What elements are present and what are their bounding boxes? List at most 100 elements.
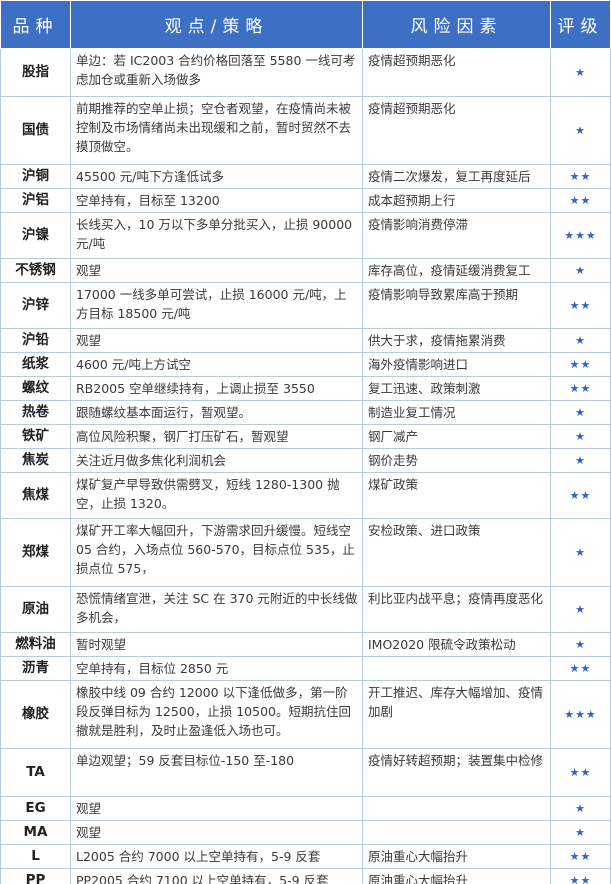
risk-cell: 疫情二次爆发，复工再度延后 bbox=[362, 164, 551, 189]
risk-cell: 疫情超预期恶化 bbox=[362, 48, 551, 97]
view-cell: 跟随螺纹基本面运行，暂观望。 bbox=[70, 400, 363, 425]
table-row: 铁矿 高位风险积聚，钢厂打压矿石，暂观望 钢厂减产 ★ bbox=[0, 424, 611, 449]
rating-cell: ★ bbox=[550, 328, 611, 353]
rating-cell: ★★ bbox=[550, 656, 611, 681]
rating-cell: ★ bbox=[550, 586, 611, 633]
view-cell: 前期推荐的空单止损；空仓者观望，在疫情尚未被控制及市场情绪尚未出现缓和之前，暂时… bbox=[70, 96, 363, 165]
table-header-row: 品种 观点/策略 风险因素 评级 bbox=[0, 0, 611, 49]
variety-cell: 焦炭 bbox=[0, 448, 71, 473]
rating-cell: ★★ bbox=[550, 164, 611, 189]
risk-cell: 利比亚内战平息；疫情再度恶化 bbox=[362, 586, 551, 633]
variety-cell: 铁矿 bbox=[0, 424, 71, 449]
table-row: 不锈钢 观望 库存高位，疫情延缓消费复工 ★ bbox=[0, 258, 611, 283]
variety-cell: 国债 bbox=[0, 96, 71, 165]
variety-cell: 沪铜 bbox=[0, 164, 71, 189]
rating-cell: ★ bbox=[550, 448, 611, 473]
variety-cell: 沪镍 bbox=[0, 212, 71, 259]
variety-cell: 燃料油 bbox=[0, 632, 71, 657]
risk-cell: 钢厂减产 bbox=[362, 424, 551, 449]
rating-cell: ★★ bbox=[550, 282, 611, 329]
variety-cell: TA bbox=[0, 748, 71, 797]
variety-cell: 焦煤 bbox=[0, 472, 71, 519]
view-cell: 煤矿复产早导致供需劈叉，短线 1280-1300 抛空，止损 1320。 bbox=[70, 472, 363, 519]
variety-cell: 郑煤 bbox=[0, 518, 71, 587]
rating-cell: ★ bbox=[550, 424, 611, 449]
view-cell: 关注近月做多焦化利润机会 bbox=[70, 448, 363, 473]
risk-cell: 原油重心大幅抬升 bbox=[362, 844, 551, 869]
risk-cell: 复工迅速、政策刺激 bbox=[362, 376, 551, 401]
risk-cell: 钢价走势 bbox=[362, 448, 551, 473]
view-cell: 高位风险积聚，钢厂打压矿石，暂观望 bbox=[70, 424, 363, 449]
variety-cell: 沥青 bbox=[0, 656, 71, 681]
view-cell: 恐慌情绪宣泄，关注 SC 在 370 元附近的中长线做多机会， bbox=[70, 586, 363, 633]
risk-cell bbox=[362, 820, 551, 845]
variety-cell: 股指 bbox=[0, 48, 71, 97]
table-row: 沪锌 17000 一线多单可尝试，止损 16000 元/吨，上方目标 18500 … bbox=[0, 282, 611, 329]
header-risk-factors: 风险因素 bbox=[362, 0, 551, 49]
rating-cell: ★ bbox=[550, 632, 611, 657]
table-row: 股指 单边：若 IC2003 合约价格回落至 5580 一线可考虑加仓或重新入场做… bbox=[0, 48, 611, 97]
table-row: 沪铅 观望 供大于求，疫情拖累消费 ★ bbox=[0, 328, 611, 353]
view-cell: 17000 一线多单可尝试，止损 16000 元/吨，上方目标 18500 元/… bbox=[70, 282, 363, 329]
risk-cell: 制造业复工情况 bbox=[362, 400, 551, 425]
table-row: 沪铜 45500 元/吨下方逢低试多 疫情二次爆发，复工再度延后 ★★ bbox=[0, 164, 611, 189]
risk-cell bbox=[362, 796, 551, 821]
rating-cell: ★★ bbox=[550, 376, 611, 401]
table-row: 纸浆 4600 元/吨上方试空 海外疫情影响进口 ★★ bbox=[0, 352, 611, 377]
risk-cell: 煤矿政策 bbox=[362, 472, 551, 519]
table-row: 原油 恐慌情绪宣泄，关注 SC 在 370 元附近的中长线做多机会， 利比亚内战平息… bbox=[0, 586, 611, 633]
table-row: 燃料油 暂时观望 IMO2020 限硫令政策松动 ★ bbox=[0, 632, 611, 657]
risk-cell: 疫情超预期恶化 bbox=[362, 96, 551, 165]
view-cell: L2005 合约 7000 以上空单持有，5-9 反套 bbox=[70, 844, 363, 869]
view-cell: 单边：若 IC2003 合约价格回落至 5580 一线可考虑加仓或重新入场做多 bbox=[70, 48, 363, 97]
variety-cell: 不锈钢 bbox=[0, 258, 71, 283]
rating-cell: ★★ bbox=[550, 844, 611, 869]
risk-cell: IMO2020 限硫令政策松动 bbox=[362, 632, 551, 657]
view-cell: 橡胶中线 09 合约 12000 以下逢低做多，第一阶段反弹目标为 12500，… bbox=[70, 680, 363, 749]
view-cell: 观望 bbox=[70, 258, 363, 283]
variety-cell: 沪锌 bbox=[0, 282, 71, 329]
risk-cell: 原油重心大幅抬升 bbox=[362, 868, 551, 884]
table-row: L L2005 合约 7000 以上空单持有，5-9 反套 原油重心大幅抬升 ★★ bbox=[0, 844, 611, 869]
rating-cell: ★★ bbox=[550, 748, 611, 797]
rating-cell: ★ bbox=[550, 518, 611, 587]
variety-cell: 纸浆 bbox=[0, 352, 71, 377]
table-row: 橡胶 橡胶中线 09 合约 12000 以下逢低做多，第一阶段反弹目标为 1250… bbox=[0, 680, 611, 749]
table-row: 郑煤 煤矿开工率大幅回升，下游需求回升缓慢。短线空 05 合约，入场点位 560-… bbox=[0, 518, 611, 587]
variety-cell: 沪铅 bbox=[0, 328, 71, 353]
rating-cell: ★ bbox=[550, 258, 611, 283]
table-row: TA 单边观望；59 反套目标位-150 至-180 疫情好转超预期；装置集中检修 ★… bbox=[0, 748, 611, 797]
table-row: 沪铝 空单持有，目标至 13200 成本超预期上行 ★★ bbox=[0, 188, 611, 213]
variety-cell: 螺纹 bbox=[0, 376, 71, 401]
risk-cell: 开工推迟、库存大幅增加、疫情加剧 bbox=[362, 680, 551, 749]
risk-cell bbox=[362, 656, 551, 681]
view-cell: 单边观望；59 反套目标位-150 至-180 bbox=[70, 748, 363, 797]
view-cell: 观望 bbox=[70, 328, 363, 353]
table-row: MA 观望 ★ bbox=[0, 820, 611, 845]
header-variety: 品种 bbox=[0, 0, 71, 49]
table-row: EG 观望 ★ bbox=[0, 796, 611, 821]
table-row: 热卷 跟随螺纹基本面运行，暂观望。 制造业复工情况 ★ bbox=[0, 400, 611, 425]
header-rating: 评级 bbox=[550, 0, 611, 49]
variety-cell: PP bbox=[0, 868, 71, 884]
risk-cell: 疫情影响导致累库高于预期 bbox=[362, 282, 551, 329]
table-body: 股指 单边：若 IC2003 合约价格回落至 5580 一线可考虑加仓或重新入场做… bbox=[0, 48, 611, 884]
view-cell: 长线买入，10 万以下多单分批买入，止损 90000 元/吨 bbox=[70, 212, 363, 259]
table-row: 沥青 空单持有，目标位 2850 元 ★★ bbox=[0, 656, 611, 681]
variety-cell: 原油 bbox=[0, 586, 71, 633]
variety-cell: MA bbox=[0, 820, 71, 845]
view-cell: 45500 元/吨下方逢低试多 bbox=[70, 164, 363, 189]
view-cell: 空单持有，目标至 13200 bbox=[70, 188, 363, 213]
table-row: 焦煤 煤矿复产早导致供需劈叉，短线 1280-1300 抛空，止损 1320。 煤矿… bbox=[0, 472, 611, 519]
rating-cell: ★ bbox=[550, 48, 611, 97]
view-cell: 暂时观望 bbox=[70, 632, 363, 657]
view-cell: RB2005 空单继续持有，上调止损至 3550 bbox=[70, 376, 363, 401]
view-cell: 空单持有，目标位 2850 元 bbox=[70, 656, 363, 681]
rating-cell: ★ bbox=[550, 400, 611, 425]
rating-cell: ★ bbox=[550, 96, 611, 165]
risk-cell: 疫情影响消费停滞 bbox=[362, 212, 551, 259]
risk-cell: 安检政策、进口政策 bbox=[362, 518, 551, 587]
rating-cell: ★★ bbox=[550, 188, 611, 213]
variety-cell: L bbox=[0, 844, 71, 869]
header-view-strategy: 观点/策略 bbox=[70, 0, 363, 49]
